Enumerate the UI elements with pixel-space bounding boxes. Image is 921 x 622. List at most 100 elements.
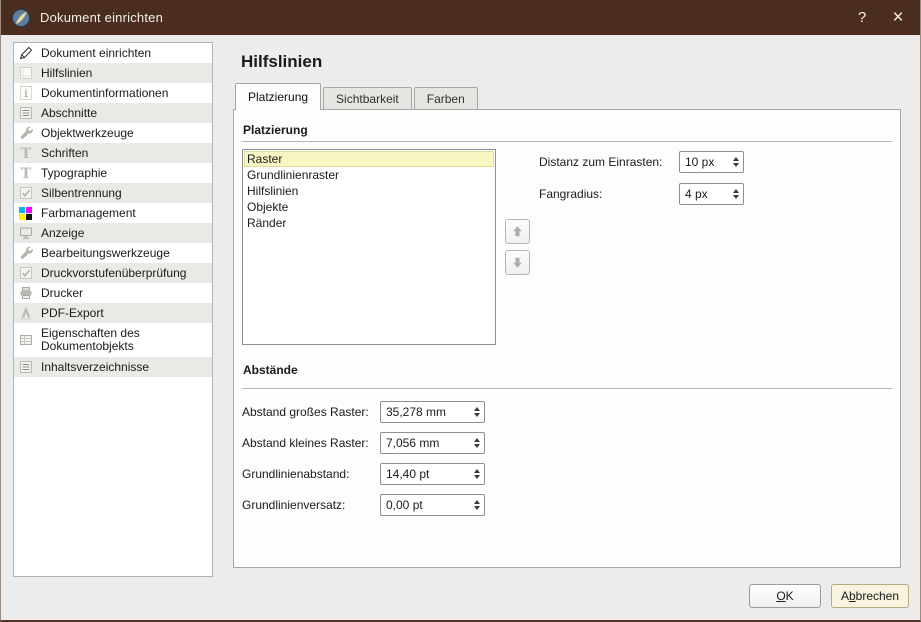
sidebar-item-typographie[interactable]: T Typographie bbox=[14, 163, 212, 183]
grab-radius-value: 4 px bbox=[680, 184, 728, 204]
tab-sichtbarkeit[interactable]: Sichtbarkeit bbox=[323, 87, 412, 109]
sidebar-item-label: Eigenschaften des Dokumentobjekts bbox=[41, 323, 210, 357]
sidebar-item-eigenschaften-dokumentobjekt[interactable]: Eigenschaften des Dokumentobjekts bbox=[14, 323, 212, 357]
baseline-offset-value: 0,00 pt bbox=[381, 495, 469, 515]
major-grid-spacing-value: 35,278 mm bbox=[381, 402, 469, 422]
sidebar-item-pdf-export[interactable]: PDF-Export bbox=[14, 303, 212, 323]
tab-platzierung[interactable]: Platzierung bbox=[235, 83, 321, 110]
major-grid-spacing-label: Abstand großes Raster: bbox=[242, 401, 369, 423]
snap-target-list[interactable]: Raster Grundlinienraster Hilfslinien Obj… bbox=[242, 149, 496, 345]
sidebar-item-drucker[interactable]: Drucker bbox=[14, 283, 212, 303]
font-icon: T bbox=[18, 145, 34, 161]
grab-radius-spinbox[interactable]: 4 px bbox=[679, 183, 744, 205]
wrench-icon bbox=[18, 125, 34, 141]
spinner-controls bbox=[728, 152, 743, 172]
baseline-offset-label: Grundlinienversatz: bbox=[242, 494, 345, 516]
spin-up-button[interactable] bbox=[733, 189, 739, 193]
sidebar-item-hilfslinien[interactable]: Hilfslinien bbox=[14, 63, 212, 83]
spin-up-button[interactable] bbox=[733, 157, 739, 161]
sidebar-item-label: Schriften bbox=[41, 146, 88, 160]
spin-down-button[interactable] bbox=[733, 163, 739, 167]
spinner-controls bbox=[469, 464, 484, 484]
cancel-accel: b bbox=[849, 589, 856, 603]
document-setup-dialog: Dokument einrichten ? × Dokument einrich… bbox=[0, 0, 921, 622]
list-item-raster[interactable]: Raster bbox=[244, 151, 494, 167]
sidebar-item-label: Hilfslinien bbox=[41, 66, 92, 80]
spinner-controls bbox=[469, 495, 484, 515]
sidebar-item-label: Silbentrennung bbox=[41, 186, 122, 200]
titlebar[interactable]: Dokument einrichten ? × bbox=[1, 0, 920, 35]
grid-icon bbox=[18, 332, 34, 348]
spin-down-button[interactable] bbox=[474, 475, 480, 479]
settings-category-list: Dokument einrichten Hilfslinien i Dokume… bbox=[13, 42, 213, 577]
minor-grid-spacing-spinbox[interactable]: 7,056 mm bbox=[380, 432, 485, 454]
snap-distance-spinbox[interactable]: 10 px bbox=[679, 151, 744, 173]
sidebar-item-label: Dokument einrichten bbox=[41, 46, 151, 60]
list-item-hilfslinien[interactable]: Hilfslinien bbox=[244, 183, 494, 199]
spin-up-button[interactable] bbox=[474, 438, 480, 442]
window-title: Dokument einrichten bbox=[40, 10, 163, 25]
major-grid-spacing-spinbox[interactable]: 35,278 mm bbox=[380, 401, 485, 423]
sidebar-item-dokument-einrichten[interactable]: Dokument einrichten bbox=[14, 43, 212, 63]
snap-distance-value: 10 px bbox=[680, 152, 728, 172]
sidebar-item-bearbeitungswerkzeuge[interactable]: Bearbeitungswerkzeuge bbox=[14, 243, 212, 263]
check-icon bbox=[18, 265, 34, 281]
tab-farben[interactable]: Farben bbox=[414, 87, 478, 109]
sidebar-item-silbentrennung[interactable]: Silbentrennung bbox=[14, 183, 212, 203]
spin-down-button[interactable] bbox=[474, 413, 480, 417]
sidebar-item-inhaltsverzeichnisse[interactable]: Inhaltsverzeichnisse bbox=[14, 357, 212, 377]
sidebar-item-dokumentinformationen[interactable]: i Dokumentinformationen bbox=[14, 83, 212, 103]
sidebar-item-label: Inhaltsverzeichnisse bbox=[41, 360, 149, 374]
move-down-button[interactable] bbox=[505, 250, 530, 275]
tab-bar: Platzierung Sichtbarkeit Farben bbox=[235, 83, 480, 109]
placement-group-divider bbox=[242, 141, 892, 142]
sidebar-item-label: Dokumentinformationen bbox=[41, 86, 168, 100]
close-icon[interactable]: × bbox=[880, 0, 916, 35]
cancel-button[interactable]: Abbrechen bbox=[831, 584, 909, 608]
spin-down-button[interactable] bbox=[474, 444, 480, 448]
sidebar-item-farbmanagement[interactable]: Farbmanagement bbox=[14, 203, 212, 223]
spin-up-button[interactable] bbox=[474, 500, 480, 504]
spinner-controls bbox=[469, 402, 484, 422]
spinner-controls bbox=[469, 433, 484, 453]
info-icon: i bbox=[18, 85, 34, 101]
sidebar-item-label: Abschnitte bbox=[41, 106, 97, 120]
sidebar-item-anzeige[interactable]: Anzeige bbox=[14, 223, 212, 243]
font-icon: T bbox=[18, 165, 34, 181]
sidebar-item-label: Anzeige bbox=[41, 226, 84, 240]
arrow-down-icon bbox=[510, 255, 525, 270]
move-up-button[interactable] bbox=[505, 219, 530, 244]
sidebar-item-druckvorstufenueberpruefung[interactable]: Druckvorstufenüberprüfung bbox=[14, 263, 212, 283]
baseline-offset-spinbox[interactable]: 0,00 pt bbox=[380, 494, 485, 516]
spin-up-button[interactable] bbox=[474, 407, 480, 411]
ok-rest: K bbox=[786, 589, 794, 603]
spin-down-button[interactable] bbox=[733, 195, 739, 199]
sidebar-item-objektwerkzeuge[interactable]: Objektwerkzeuge bbox=[14, 123, 212, 143]
snap-distance-label: Distanz zum Einrasten: bbox=[539, 151, 662, 173]
sidebar-item-schriften[interactable]: T Schriften bbox=[14, 143, 212, 163]
wrench-icon bbox=[18, 245, 34, 261]
ok-accel: O bbox=[776, 589, 785, 603]
ok-button[interactable]: OK bbox=[749, 584, 821, 608]
list-item-raender[interactable]: Ränder bbox=[244, 215, 494, 231]
svg-text:i: i bbox=[24, 87, 28, 100]
baseline-spacing-value: 14,40 pt bbox=[381, 464, 469, 484]
spin-down-button[interactable] bbox=[474, 506, 480, 510]
list-icon bbox=[18, 359, 34, 375]
list-item-objekte[interactable]: Objekte bbox=[244, 199, 494, 215]
baseline-spacing-spinbox[interactable]: 14,40 pt bbox=[380, 463, 485, 485]
cancel-rest: brechen bbox=[856, 589, 899, 603]
arrow-up-icon bbox=[510, 224, 525, 239]
help-button[interactable]: ? bbox=[844, 0, 880, 35]
sidebar-item-label: Typographie bbox=[41, 166, 107, 180]
monitor-icon bbox=[18, 225, 34, 241]
svg-text:T: T bbox=[21, 146, 32, 161]
spin-up-button[interactable] bbox=[474, 469, 480, 473]
placement-group-title: Platzierung bbox=[243, 123, 308, 137]
spacing-group-title: Abstände bbox=[243, 363, 298, 377]
sidebar-item-abschnitte[interactable]: Abschnitte bbox=[14, 103, 212, 123]
cmyk-icon bbox=[18, 205, 34, 221]
list-item-grundlinienraster[interactable]: Grundlinienraster bbox=[244, 167, 494, 183]
sidebar-item-label: Drucker bbox=[41, 286, 83, 300]
sidebar-item-label: Objektwerkzeuge bbox=[41, 126, 134, 140]
